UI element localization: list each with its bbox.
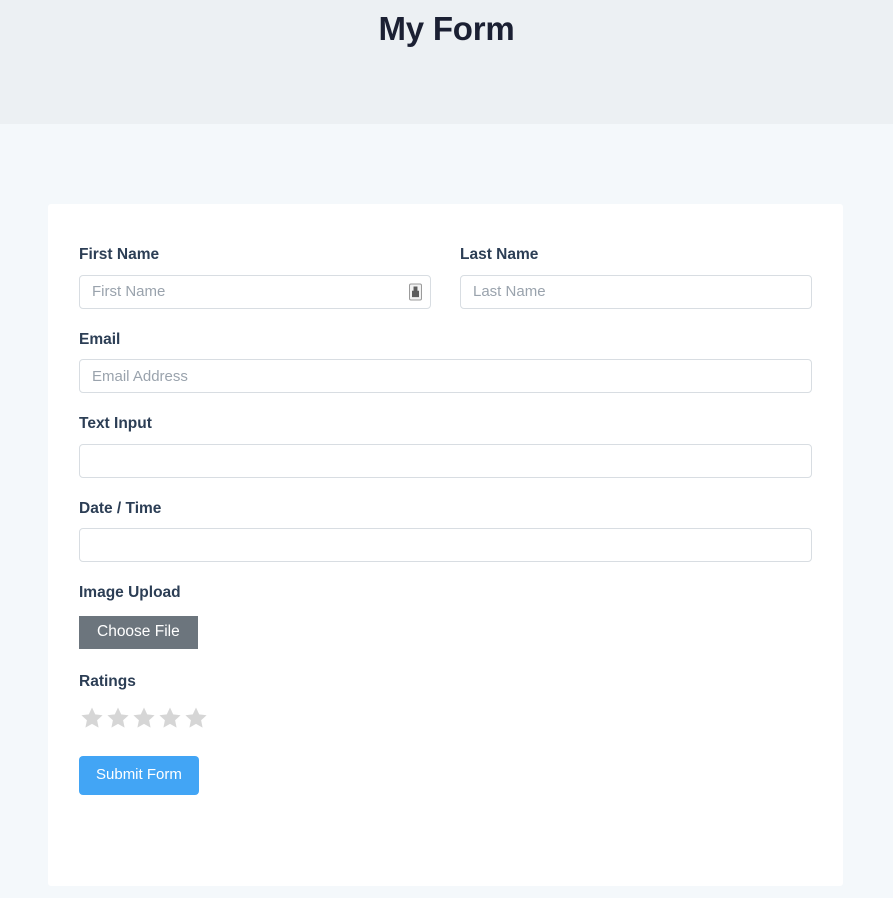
star-icon-5[interactable] — [184, 706, 208, 729]
form-card: First Name Last Name Email — [48, 204, 843, 886]
ratings-label: Ratings — [79, 672, 136, 690]
choose-file-button[interactable]: Choose File — [79, 615, 198, 649]
last-name-input[interactable] — [460, 274, 812, 309]
field-last-name: Last Name — [460, 246, 812, 309]
text-input-input[interactable] — [79, 443, 812, 478]
submit-form-button[interactable]: Submit Form — [79, 756, 199, 795]
field-email: Email — [79, 331, 812, 394]
star-icon-4[interactable] — [158, 706, 182, 729]
name-row: First Name Last Name — [79, 246, 812, 309]
ratings-stars[interactable] — [80, 706, 812, 729]
date-time-field-wrap — [79, 528, 812, 563]
last-name-label: Last Name — [460, 246, 539, 263]
star-icon-1[interactable] — [80, 706, 104, 729]
star-icon-2[interactable] — [106, 706, 130, 729]
date-time-label: Date / Time — [79, 499, 162, 517]
row-spacer — [79, 562, 812, 584]
row-spacer — [79, 478, 812, 500]
field-text-input: Text Input — [79, 415, 812, 478]
field-first-name: First Name — [79, 246, 431, 309]
text-input-label: Text Input — [79, 415, 152, 433]
image-upload-label: Image Upload — [79, 584, 181, 602]
star-icon-3[interactable] — [132, 706, 156, 729]
field-date-time: Date / Time — [79, 500, 812, 563]
first-name-field-wrap — [79, 274, 431, 309]
date-time-input[interactable] — [79, 528, 812, 563]
field-ratings: Ratings — [79, 673, 812, 730]
row-spacer — [79, 393, 812, 415]
last-name-field-wrap — [460, 274, 812, 309]
first-name-label: First Name — [79, 246, 160, 263]
text-input-field-wrap — [79, 443, 812, 478]
page-header: My Form — [0, 0, 893, 124]
email-input[interactable] — [79, 359, 812, 394]
page-body: First Name Last Name Email — [0, 124, 893, 898]
email-label: Email — [79, 330, 121, 348]
autofill-icon[interactable] — [409, 283, 422, 301]
field-image-upload: Image Upload Choose File — [79, 584, 812, 649]
email-field-wrap — [79, 359, 812, 394]
page-title: My Form — [378, 10, 515, 47]
row-spacer — [79, 649, 812, 673]
autofill-icon-glyph — [412, 286, 419, 298]
first-name-input[interactable] — [79, 274, 431, 309]
row-spacer — [79, 309, 812, 331]
